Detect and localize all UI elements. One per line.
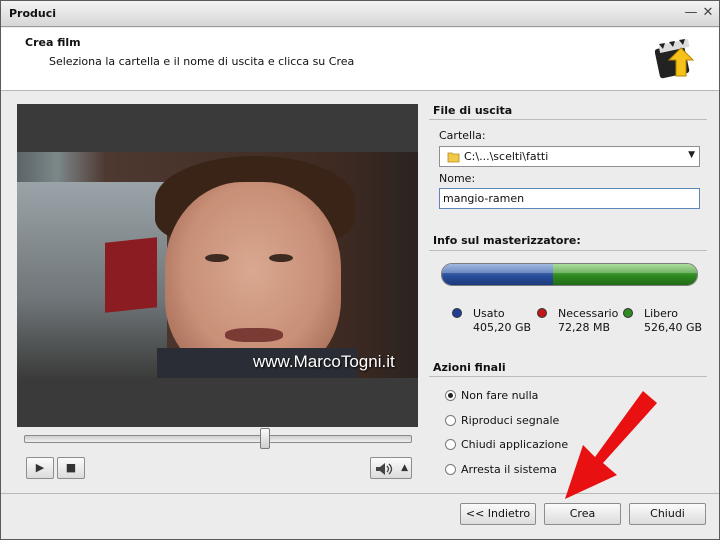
- create-button[interactable]: Crea: [544, 503, 621, 525]
- radio-label-play-signal[interactable]: Riproduci segnale: [461, 414, 559, 427]
- speaker-icon: [376, 463, 393, 475]
- disk-usage-bar: [441, 263, 698, 286]
- red-banner: [105, 237, 157, 313]
- output-section-title: File di uscita: [433, 104, 513, 117]
- burner-section-title: Info sul masterizzatore:: [433, 234, 581, 247]
- radio-close-app[interactable]: [445, 439, 456, 450]
- folder-icon: [447, 152, 460, 163]
- video-frame: www.MarcoTogni.it: [17, 152, 418, 378]
- video-preview[interactable]: www.MarcoTogni.it: [17, 104, 418, 427]
- volume-button[interactable]: ▲: [370, 457, 412, 479]
- legend-needed-value: 72,28 MB: [558, 321, 611, 334]
- legend-needed-dot: [537, 308, 547, 318]
- step-title: Crea film: [25, 36, 81, 49]
- final-actions-section-title: Azioni finali: [433, 361, 506, 374]
- film-arrow-icon: [655, 38, 695, 79]
- radio-do-nothing[interactable]: [445, 390, 456, 401]
- seek-thumb[interactable]: [259, 428, 270, 449]
- divider: [429, 119, 707, 120]
- chevron-down-icon[interactable]: ▼: [688, 150, 695, 160]
- folder-value: C:\...\scelti\fatti: [464, 150, 549, 163]
- chevron-up-icon[interactable]: ▲: [401, 458, 408, 478]
- name-label: Nome:: [439, 172, 476, 185]
- back-button[interactable]: << Indietro: [460, 503, 536, 525]
- play-icon: ▶: [35, 461, 45, 474]
- minimize-icon[interactable]: —: [683, 5, 699, 21]
- red-arrow-annotation: [565, 391, 657, 499]
- folder-dropdown[interactable]: C:\...\scelti\fatti ▼: [439, 146, 700, 167]
- legend-free-value: 526,40 GB: [644, 321, 703, 334]
- wizard-header: Crea film Seleziona la cartella e il nom…: [1, 28, 719, 91]
- legend-needed-name: Necessario: [558, 307, 619, 320]
- person-eye: [269, 254, 293, 262]
- legend-free-dot: [623, 308, 633, 318]
- radio-shutdown[interactable]: [445, 464, 456, 475]
- folder-label: Cartella:: [439, 129, 486, 142]
- seek-track[interactable]: [24, 435, 412, 443]
- stop-icon: ■: [65, 461, 77, 474]
- close-icon[interactable]: ✕: [700, 5, 716, 21]
- radio-label-close-app[interactable]: Chiudi applicazione: [461, 438, 568, 451]
- title-bar[interactable]: Produci — ✕: [1, 1, 719, 27]
- legend-free-name: Libero: [644, 307, 678, 320]
- divider: [429, 376, 707, 377]
- radio-label-shutdown[interactable]: Arresta il sistema: [461, 463, 557, 476]
- step-subtitle: Seleziona la cartella e il nome di uscit…: [49, 55, 355, 68]
- play-button[interactable]: ▶: [26, 457, 54, 479]
- divider: [429, 250, 707, 251]
- produci-window: Produci — ✕ Crea film Seleziona la carte…: [0, 0, 720, 540]
- radio-play-signal[interactable]: [445, 415, 456, 426]
- video-watermark: www.MarcoTogni.it: [253, 352, 395, 371]
- person-mouth: [225, 328, 283, 342]
- legend-used-dot: [452, 308, 462, 318]
- person-eye: [205, 254, 229, 262]
- close-button[interactable]: Chiudi: [629, 503, 706, 525]
- legend-used-value: 405,20 GB: [473, 321, 532, 334]
- filename-input[interactable]: [439, 188, 700, 209]
- radio-label-do-nothing[interactable]: Non fare nulla: [461, 389, 538, 402]
- window-title: Produci: [9, 7, 57, 20]
- stop-button[interactable]: ■: [57, 457, 85, 479]
- legend-used-name: Usato: [473, 307, 505, 320]
